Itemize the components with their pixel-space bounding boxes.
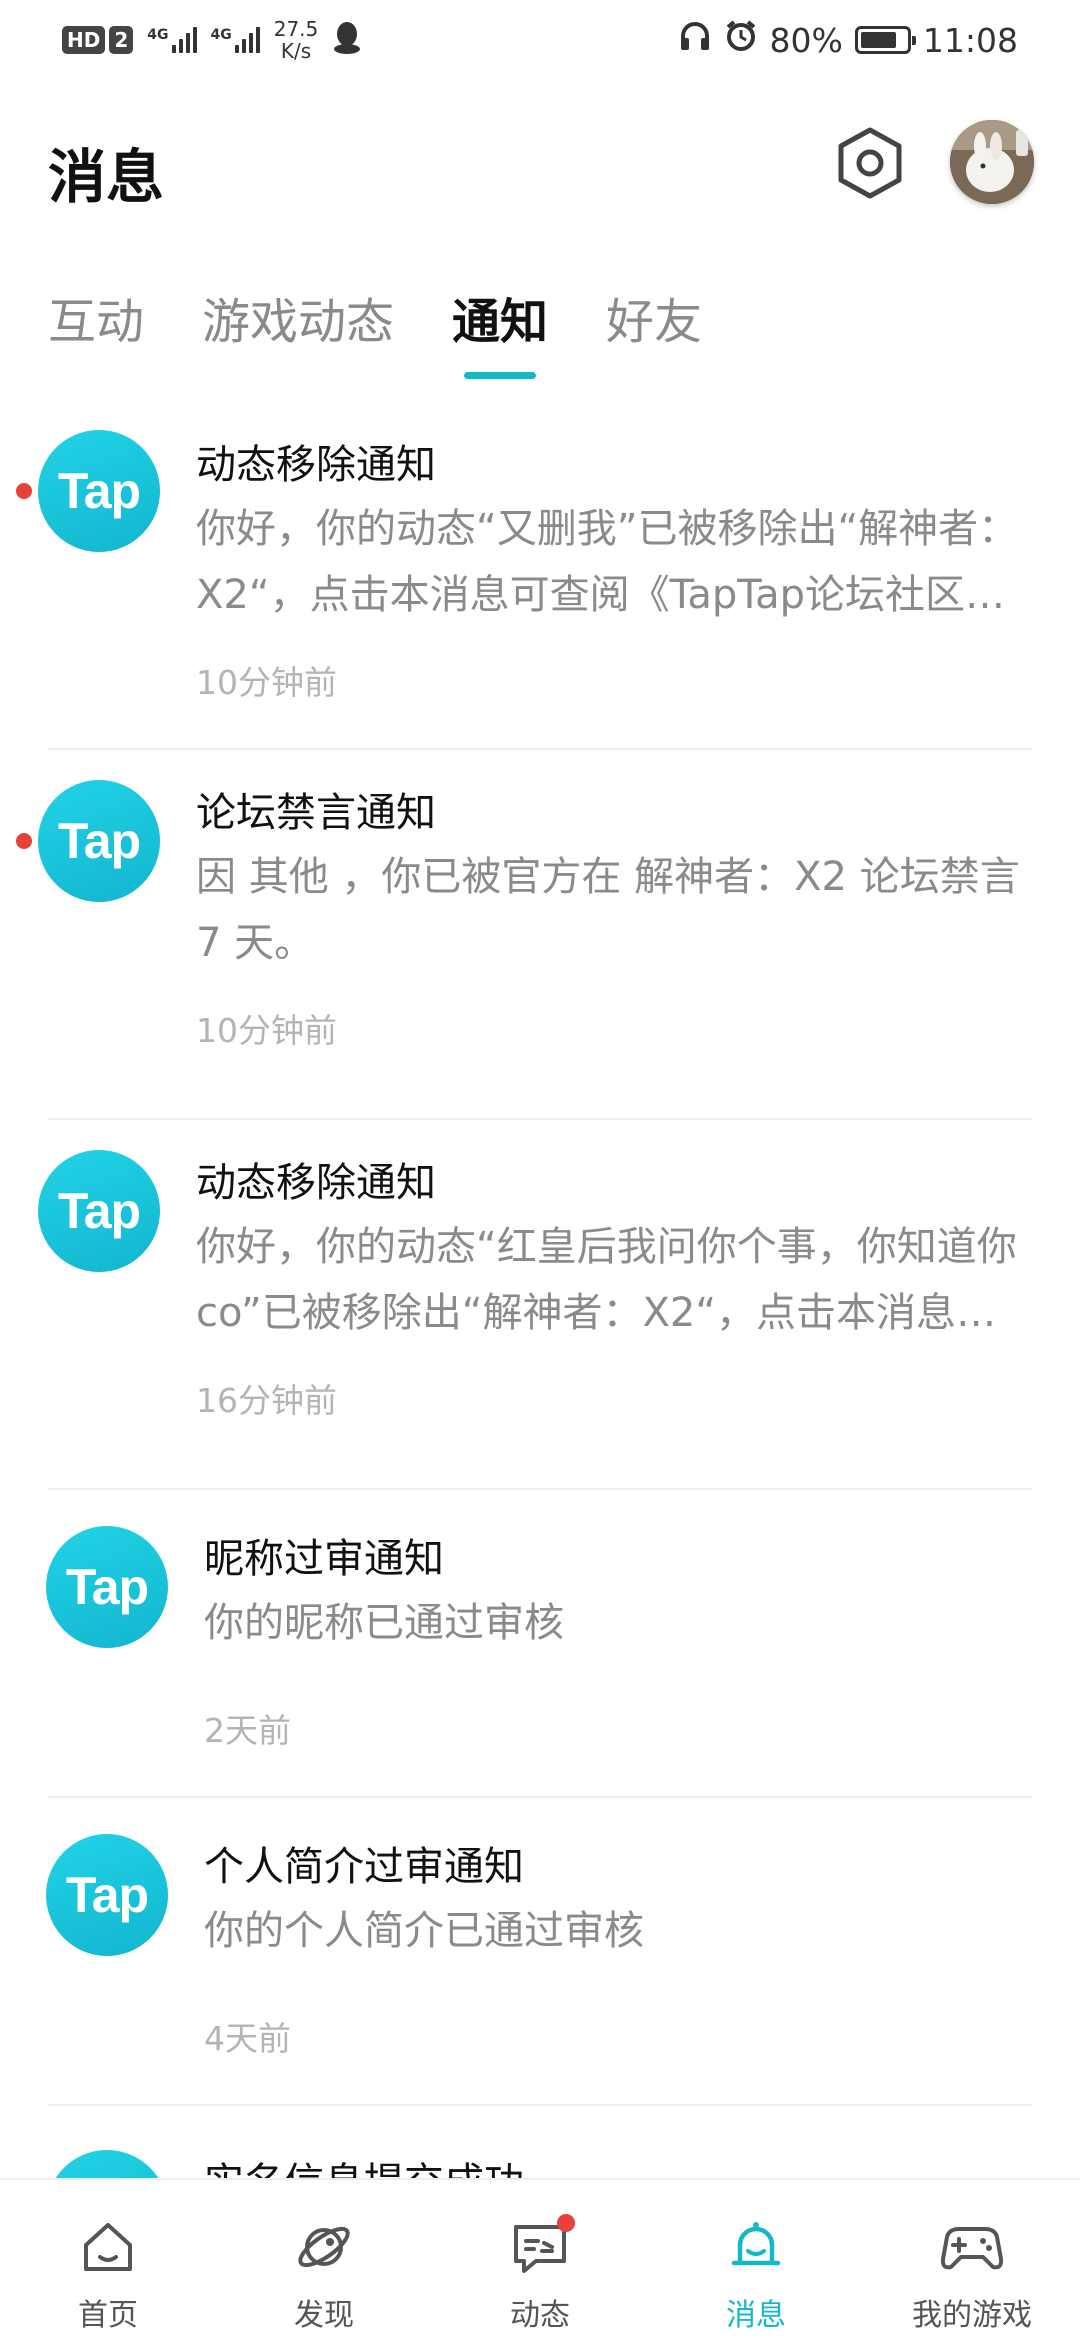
notification-title: 个人简介过审通知 — [204, 1844, 524, 1890]
notification-time: 10分钟前 — [196, 1011, 337, 1050]
taptap-logo-icon: Tap — [38, 430, 160, 552]
nav-home[interactable]: 首页 — [0, 2180, 216, 2340]
hd-badge: HD — [62, 26, 106, 54]
notification-item[interactable]: Tap 论坛禁言通知因 其他 ，你已被官方在 解神者：X2 论坛禁言 7 天。 10… — [0, 750, 1080, 1120]
network-speed-unit: K/s — [280, 39, 312, 63]
battery-icon — [854, 26, 916, 54]
notification-time: 2天前 — [204, 1711, 291, 1750]
notification-title: 昵称过审通知 — [204, 1536, 444, 1582]
notification-item[interactable]: Tap 动态移除通知你好，你的动态“又删我”已被移除出“解神者：X2“，点击本消息… — [0, 400, 1080, 750]
unread-dot — [16, 833, 32, 849]
notification-title: 动态移除通知 — [196, 1160, 436, 1206]
taptap-logo-icon: Tap — [38, 780, 160, 902]
tab-label: 好友 — [606, 294, 703, 350]
bottom-nav: 首页 发现 动态 消息 我的游戏 — [0, 2178, 1080, 2340]
notification-body: 因 其他 ，你已被官方在 解神者：X2 论坛禁言 7 天。 — [196, 854, 1020, 966]
network-speed-value: 27.5 — [273, 17, 319, 41]
notification-title: 论坛禁言通知 — [196, 790, 436, 836]
clock: 11:08 — [922, 20, 1018, 60]
tab-game-updates[interactable]: 游戏动态 — [202, 282, 394, 352]
battery-percent: 80% — [769, 20, 843, 60]
notification-body: 你的昵称已通过审核 — [204, 1600, 564, 1646]
taptap-logo-icon: Tap — [46, 1834, 168, 1956]
tab-label: 游戏动态 — [202, 294, 395, 350]
tab-bar: 互动 游戏动态 通知 好友 — [48, 282, 702, 379]
user-avatar[interactable] — [950, 120, 1034, 204]
nav-label: 消息 — [726, 2298, 786, 2333]
home-icon — [73, 2212, 143, 2282]
nav-messages[interactable]: 消息 — [648, 2180, 864, 2340]
sim-badge: 2 — [109, 26, 134, 54]
nav-label: 发现 — [294, 2298, 354, 2333]
status-bar-left: HD 2 4G 4G 27.5 K/s — [62, 18, 362, 62]
active-tab-indicator — [464, 372, 537, 379]
taptap-logo-text: Tap — [65, 1867, 149, 1923]
page-title: 消息 — [48, 143, 165, 211]
notification-time: 10分钟前 — [196, 663, 337, 702]
tab-friends[interactable]: 好友 — [606, 282, 702, 352]
tab-interaction[interactable]: 互动 — [48, 282, 144, 352]
tab-label: 互动 — [48, 294, 145, 350]
settings-button[interactable] — [833, 126, 907, 200]
nav-label: 动态 — [510, 2298, 570, 2333]
signal-icon: 4G — [211, 27, 260, 53]
bell-icon — [721, 2212, 791, 2282]
taptap-logo-text: Tap — [57, 463, 141, 519]
taptap-logo-icon: Tap — [38, 1150, 160, 1272]
nav-label: 我的游戏 — [912, 2298, 1032, 2333]
nav-feed[interactable]: 动态 — [432, 2180, 648, 2340]
signal-icon: 4G — [147, 27, 197, 53]
notification-time: 4天前 — [204, 2019, 291, 2058]
alarm-icon — [724, 19, 758, 61]
gamepad-icon — [937, 2212, 1007, 2282]
tab-label: 通知 — [452, 294, 549, 350]
taptap-logo-text: Tap — [57, 813, 141, 869]
notification-item[interactable]: Tap 昵称过审通知你的昵称已通过审核 2天前 — [0, 1490, 1080, 1798]
network-type-label: 4G — [210, 27, 232, 43]
tab-notifications[interactable]: 通知 — [452, 282, 549, 379]
network-type-label: 4G — [147, 27, 169, 43]
qq-icon — [332, 20, 362, 60]
notification-badge — [557, 2214, 575, 2232]
status-bar: HD 2 4G 4G 27.5 K/s 80% 11:08 — [0, 0, 1080, 80]
unread-dot — [16, 483, 32, 499]
notification-item[interactable]: Tap 动态移除通知你好，你的动态“红皇后我问你个事，你知道你co”已被移除出“解… — [0, 1120, 1080, 1490]
notification-body: 你好，你的动态“又删我”已被移除出“解神者：X2“，点击本消息可查阅《TapTa… — [196, 506, 1019, 618]
network-speed: 27.5 K/s — [274, 18, 319, 62]
settings-hexagon-icon — [838, 127, 902, 199]
notification-body: 你的个人简介已通过审核 — [204, 1908, 644, 1954]
notification-time: 16分钟前 — [196, 1381, 337, 1420]
status-bar-right: 80% 11:08 — [678, 18, 1018, 62]
nav-discover[interactable]: 发现 — [216, 2180, 432, 2340]
taptap-logo-text: Tap — [65, 1559, 149, 1615]
planet-icon — [289, 2212, 359, 2282]
headphones-icon — [678, 19, 712, 61]
notification-body: 你好，你的动态“红皇后我问你个事，你知道你co”已被移除出“解神者：X2“，点击… — [196, 1224, 1017, 1336]
nav-my-games[interactable]: 我的游戏 — [864, 2180, 1080, 2340]
notification-item[interactable]: Tap 个人简介过审通知你的个人简介已通过审核 4天前 — [0, 1798, 1080, 2106]
nav-label: 首页 — [78, 2298, 138, 2333]
taptap-logo-icon: Tap — [46, 1526, 168, 1648]
notification-title: 动态移除通知 — [196, 442, 436, 488]
avatar-image — [950, 120, 1034, 204]
taptap-logo-text: Tap — [57, 1183, 141, 1239]
chat-icon — [505, 2212, 575, 2282]
